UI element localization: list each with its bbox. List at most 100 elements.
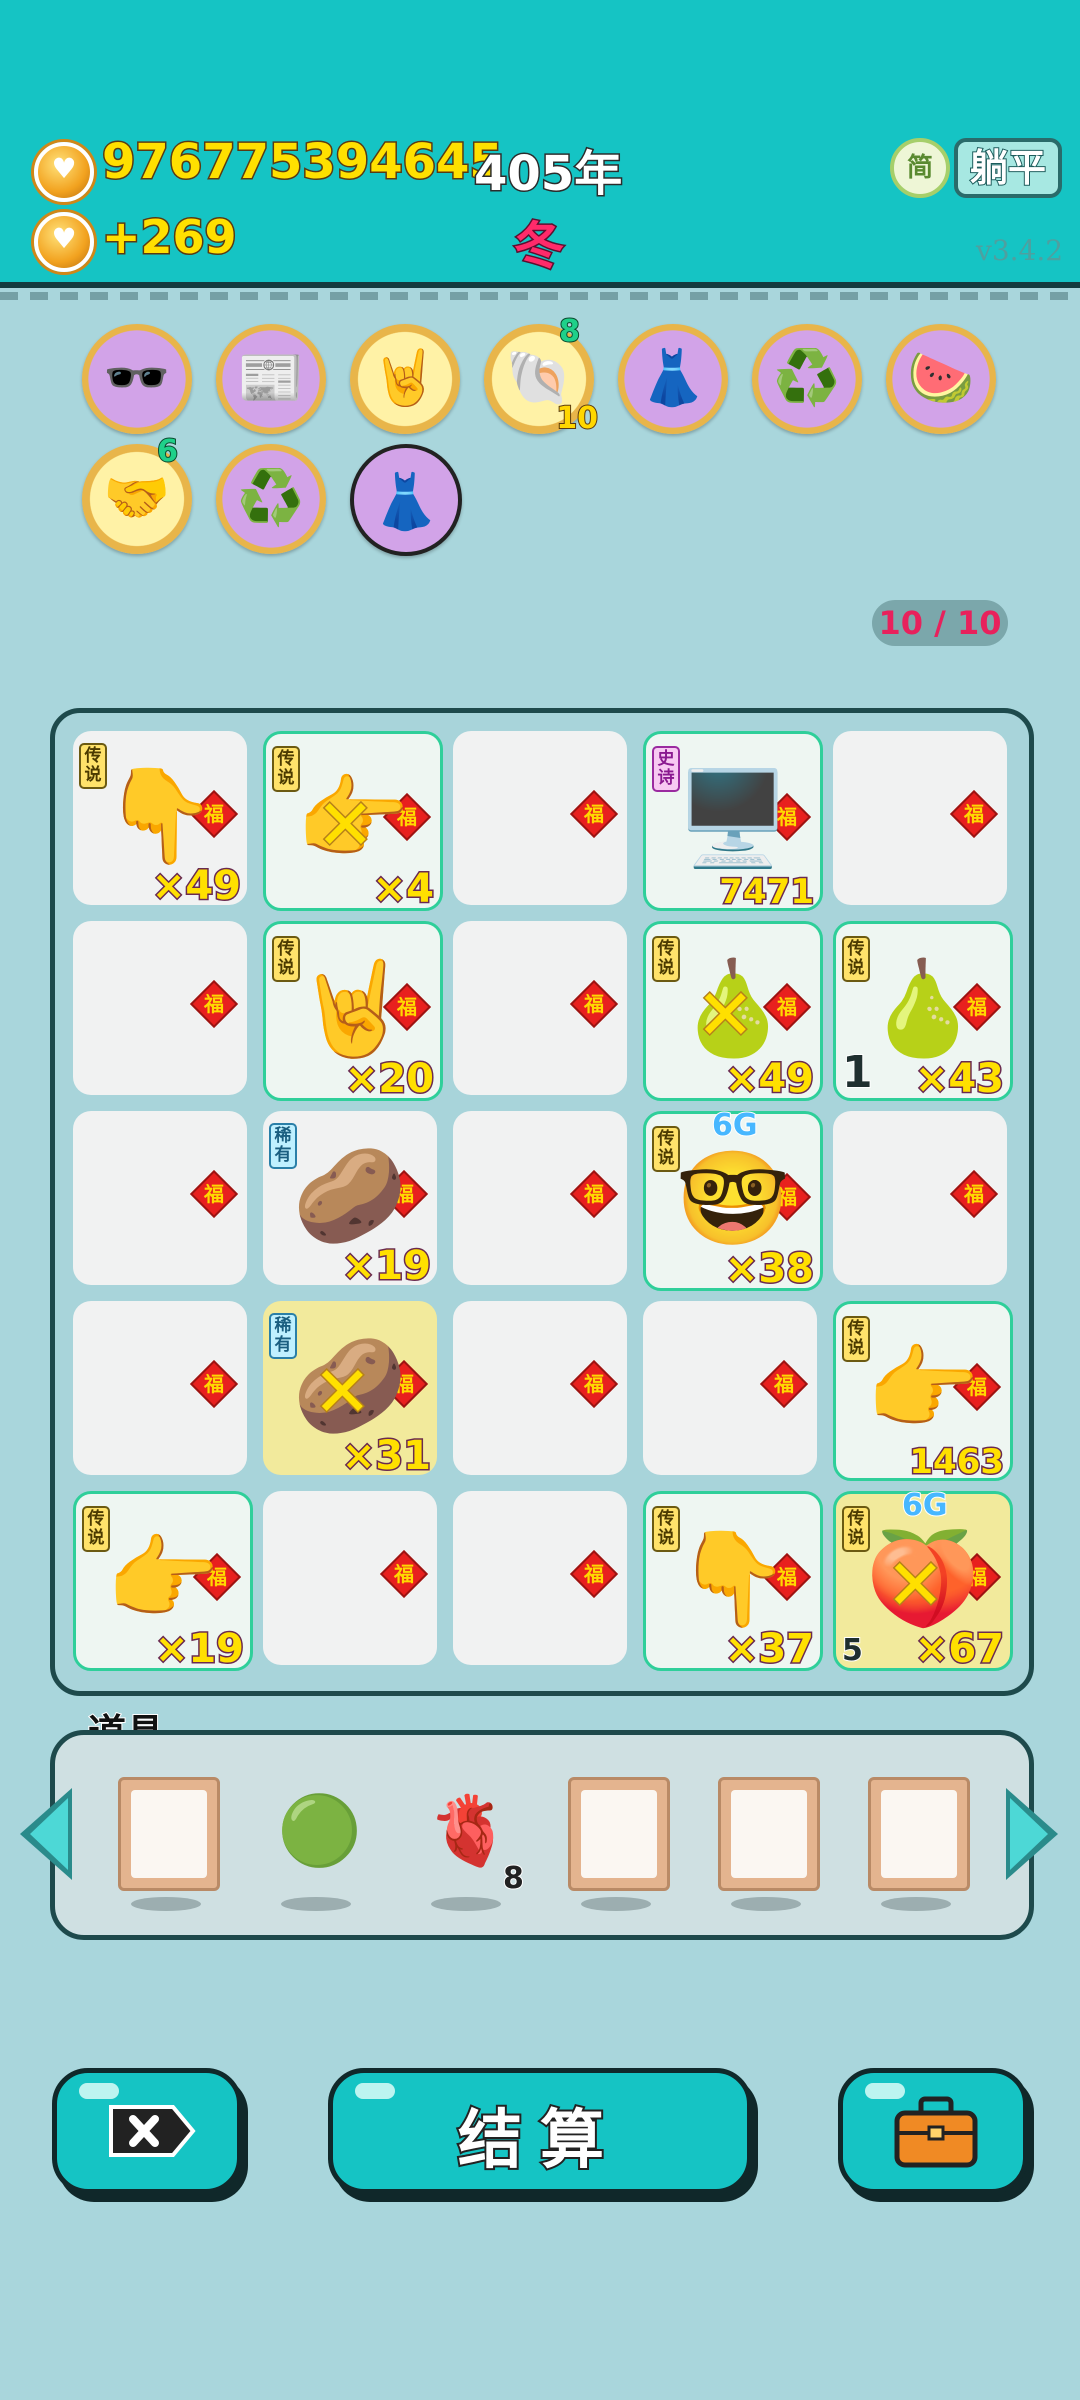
relic-slot[interactable]: 🐚 8 10 <box>484 313 599 437</box>
fu-charm-label: 福 <box>204 1182 224 1206</box>
board-cell[interactable]: 福传说 🍐 1 ×43 <box>833 921 1013 1104</box>
green-orb-icon: 🟢 <box>277 1792 362 1871</box>
income-label: +269 <box>101 209 239 266</box>
removal-x-icon: ✕ <box>885 1543 947 1628</box>
board-cell[interactable]: 福史诗 🖥️ 7471 <box>643 731 823 914</box>
board-cell[interactable]: 福 <box>73 1111 247 1285</box>
board-cell[interactable]: 福传说 🤘 ×20 <box>263 921 443 1104</box>
green-orb-icon[interactable]: 🟢 <box>263 1735 373 1925</box>
coin-icon <box>34 212 94 272</box>
fruit-platter-icon: 🍉 <box>907 346 975 409</box>
board-cell[interactable]: 福传说 👇 ×49 <box>73 731 247 911</box>
relic-level-badge: 10 <box>555 400 599 437</box>
item-shadow <box>581 1897 651 1911</box>
relic-slot[interactable]: 👗 <box>350 444 462 556</box>
fu-charm-label: 福 <box>584 802 604 826</box>
relic-slot[interactable]: ♻️ <box>216 444 326 554</box>
board-cell[interactable]: 福 <box>833 1111 1007 1285</box>
relic-slot[interactable]: 🕶️ <box>82 324 192 434</box>
item-shadow <box>731 1897 801 1911</box>
removal-x-icon: ✕ <box>695 973 757 1058</box>
board-cell[interactable]: 福传说 👉 ×19 <box>73 1491 253 1674</box>
board-cell[interactable]: 福稀有 🥔 ×19 <box>263 1111 437 1291</box>
empty-item-slot[interactable] <box>713 1735 823 1925</box>
lie-flat-button[interactable]: 躺平 <box>954 138 1062 198</box>
board-cell[interactable]: 福 <box>453 1301 627 1475</box>
board-cell[interactable]: 福 <box>263 1491 437 1665</box>
rock-hand-icon: 🤘 <box>295 955 411 1062</box>
board-cell[interactable]: 福 <box>833 731 1007 905</box>
fu-charm-icon: 福 <box>759 1359 809 1409</box>
gpu-king-icon: 🖥️ <box>675 765 791 872</box>
liver-icon: 🫀 <box>427 1792 512 1871</box>
board-cell[interactable]: 福稀有 🥔 ✕ ×31 <box>263 1301 437 1481</box>
relic-slot[interactable]: 🤘 <box>350 324 460 434</box>
item-bar: 🟢 🫀 8 <box>50 1730 1034 1940</box>
gpu-level-label: 6G <box>711 1107 758 1144</box>
fu-charm-label: 福 <box>394 1562 414 1586</box>
items-next-arrow-icon[interactable] <box>1006 1788 1058 1880</box>
fu-charm-label: 福 <box>774 1372 794 1396</box>
board-cell[interactable]: 福传说 👉 1463 <box>833 1301 1013 1484</box>
top-status-bar: 976775394645 405年 +269 冬 简 躺平 v3.4.2 <box>0 0 1080 300</box>
cell-count: ×67 <box>913 1625 1005 1674</box>
inventory-button[interactable] <box>838 2068 1028 2194</box>
fu-charm-icon: 福 <box>949 1169 999 1219</box>
empty-item-slot[interactable] <box>563 1735 673 1925</box>
fu-charm-label: 福 <box>204 992 224 1016</box>
relic-slot[interactable]: ♻️ <box>752 324 862 434</box>
removal-x-icon: ✕ <box>312 1350 374 1435</box>
remove-button[interactable] <box>52 2068 242 2194</box>
money-total: 976775394645 <box>101 133 505 192</box>
empty-item-slot[interactable] <box>863 1735 973 1925</box>
board-cell[interactable]: 福传说 🤓 6G ×38 <box>643 1107 823 1294</box>
slot-board: 福传说 👇 ×49 福传说 👉 ✕ ×4 福福史诗 🖥️ 7471 福福福传说 🤘 ×20 福福传说 🍐 ✕ ×… <box>50 708 1034 1696</box>
pointing-hand-icon: 👇 <box>675 1525 791 1632</box>
season-label: 冬 <box>513 216 566 277</box>
fu-charm-label: 福 <box>204 1372 224 1396</box>
cell-count: ×31 <box>340 1432 432 1481</box>
board-cell[interactable]: 福 <box>453 1111 627 1285</box>
relic-slot[interactable]: 📰 <box>216 324 326 434</box>
board-cell[interactable]: 福 <box>73 921 247 1095</box>
cell-count: ×19 <box>153 1625 245 1674</box>
item-shadow <box>281 1897 351 1911</box>
settle-button[interactable]: 结算 <box>328 2068 752 2194</box>
pointing-hand-icon: 👉 <box>105 1525 221 1632</box>
board-cell[interactable]: 福传说 👇 ×37 <box>643 1491 823 1674</box>
fu-charm-icon: 福 <box>569 1549 619 1599</box>
item-count: 8 <box>502 1860 525 1897</box>
liver-icon[interactable]: 🫀 8 <box>413 1735 525 1925</box>
cell-count: ×4 <box>371 865 435 914</box>
fu-charm-label: 福 <box>964 1182 984 1206</box>
board-cell[interactable]: 福传说 👉 ✕ ×4 <box>263 731 443 914</box>
board-cell[interactable]: 福 <box>453 731 627 905</box>
fu-charm-label: 福 <box>584 1372 604 1396</box>
empty-item-slot[interactable] <box>113 1735 223 1925</box>
slot-counter: 10 / 10 <box>872 600 1008 646</box>
relic-slot[interactable]: 👗 <box>618 324 728 434</box>
board-cell[interactable]: 福传说 🍐 ✕ ×49 <box>643 921 823 1104</box>
version-label: v3.4.2 <box>976 234 1064 267</box>
board-cell[interactable]: 福传说 🍑 ✕ 6G 5 ×67 <box>833 1487 1013 1674</box>
item-frame-icon <box>118 1777 220 1891</box>
relic-slot[interactable]: 🍉 <box>886 324 996 434</box>
fu-charm-icon: 福 <box>569 789 619 839</box>
board-cell[interactable]: 福 <box>453 1491 627 1665</box>
king-face-icon: 🤓 <box>675 1145 791 1252</box>
skirt-icon: 👗 <box>372 470 440 533</box>
potato-icon: 🥔 <box>292 1142 408 1249</box>
simplified-toggle-button[interactable]: 简 <box>890 138 950 198</box>
board-cell[interactable]: 福 <box>643 1301 817 1475</box>
relic-slot[interactable]: 🤝 6 <box>82 433 192 554</box>
sunglasses-icon: 🕶️ <box>103 346 171 409</box>
fu-charm-label: 福 <box>584 1182 604 1206</box>
board-cell[interactable]: 福 <box>453 921 627 1095</box>
pointing-hand-icon: 👉 <box>865 1335 981 1442</box>
board-cell[interactable]: 福 <box>73 1301 247 1475</box>
rock-hand-icon: 🤘 <box>371 346 439 409</box>
items-prev-arrow-icon[interactable] <box>20 1788 72 1880</box>
cell-count: ×38 <box>723 1245 815 1294</box>
item-frame-icon <box>868 1777 970 1891</box>
fu-charm-icon: 福 <box>569 1359 619 1409</box>
